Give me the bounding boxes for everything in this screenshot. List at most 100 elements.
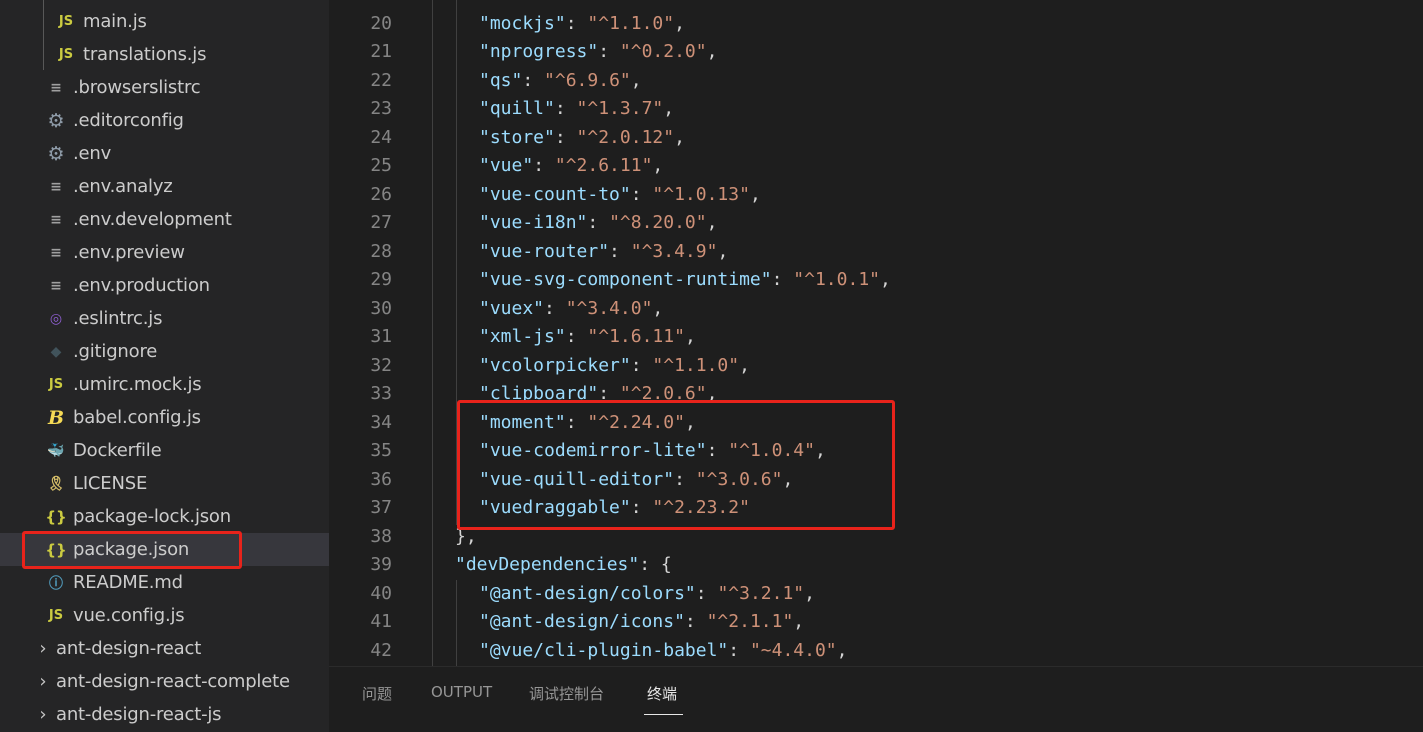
file-item[interactable]: ⚙ .env [0, 137, 329, 170]
json-key: "vcolorpicker" [479, 354, 631, 376]
file-item[interactable]: ≡ .env.preview [0, 236, 329, 269]
code-line: 23 "quill": "^1.3.7", [329, 95, 1423, 124]
json-key: "clipboard" [479, 383, 599, 405]
code-text: "vue-quill-editor": "^3.0.6", [479, 469, 793, 490]
json-value: "^1.1.0" [652, 354, 740, 376]
file-item[interactable]: {} package.json [0, 533, 329, 566]
tab-output[interactable]: OUTPUT [431, 683, 492, 701]
folder-item[interactable]: › ant-design-react-complete [0, 665, 329, 698]
file-item[interactable]: ⓘ README.md [0, 566, 329, 599]
json-value: "^2.6.11" [554, 155, 653, 177]
colon: : [522, 69, 545, 91]
file-label: main.js [83, 11, 147, 32]
punctuation: , [717, 240, 729, 262]
file-item[interactable]: {} package-lock.json [0, 500, 329, 533]
code-line: 41 "@ant-design/icons": "^2.1.1", [329, 608, 1423, 637]
js-icon: JS [48, 608, 64, 623]
code-text: "vue-svg-component-runtime": "^1.0.1", [479, 269, 891, 290]
code-text: "qs": "^6.9.6", [479, 70, 642, 91]
file-item[interactable]: 🐳 Dockerfile [0, 434, 329, 467]
line-number: 31 [370, 326, 392, 348]
license-icon: 🎗 [47, 475, 65, 492]
line-number: 27 [370, 212, 392, 234]
line-number: 36 [370, 468, 392, 490]
file-label: package.json [73, 539, 190, 560]
json-icon: {} [45, 540, 67, 559]
file-label: babel.config.js [73, 407, 201, 428]
explorer-sidebar: JS main.js JS translations.js ≡ .browserslist… [0, 0, 329, 732]
file-label: .gitignore [73, 341, 158, 362]
colon: : [674, 468, 696, 490]
code-text: "nprogress": "^0.2.0", [479, 41, 717, 62]
folder-item[interactable]: › ant-design-react-js [0, 698, 329, 731]
colon: : [684, 611, 707, 633]
file-label: .editorconfig [73, 110, 184, 131]
json-value: { [660, 554, 672, 576]
code-line: 25 "vue": "^2.6.11", [329, 152, 1423, 181]
text-lines-icon: ≡ [50, 277, 62, 294]
json-value: "^3.0.6" [695, 468, 783, 490]
colon: : [565, 12, 588, 34]
file-item[interactable]: JS vue.config.js [0, 599, 329, 632]
file-item[interactable]: JS translations.js [0, 38, 329, 71]
code-editor[interactable]: 20 "mockjs": "^1.1.0", 21 "nprogress": "^0.… [329, 0, 1423, 666]
file-item[interactable]: 🎗 LICENSE [0, 467, 329, 500]
code-line: 22 "qs": "^6.9.6", [329, 66, 1423, 95]
punctuation: , [674, 12, 685, 34]
gear-icon: ⚙ [47, 109, 65, 132]
json-key: "vue-quill-editor" [479, 468, 675, 490]
code-text: "@ant-design/icons": "^2.1.1", [479, 611, 804, 632]
js-icon: JS [58, 14, 74, 29]
line-number: 34 [370, 411, 392, 433]
json-value: "^1.6.11" [587, 326, 685, 348]
file-label: package-lock.json [73, 506, 231, 527]
file-item[interactable]: ≡ .env.analyz [0, 170, 329, 203]
json-value: "^1.0.1" [793, 269, 880, 291]
json-value: "^1.0.4" [728, 440, 815, 462]
code-line: 42 "@vue/cli-plugin-babel": "~4.4.0", [329, 636, 1423, 665]
file-item[interactable]: ◆ .gitignore [0, 335, 329, 368]
file-item[interactable]: JS main.js [0, 5, 329, 38]
git-icon: ◆ [50, 343, 62, 360]
file-item[interactable]: ≡ .browserslistrc [0, 71, 329, 104]
tab-problems[interactable]: 问题 [362, 683, 392, 704]
json-value: "^2.23.2" [652, 497, 750, 519]
file-item[interactable]: ◎ .eslintrc.js [0, 302, 329, 335]
colon: : [565, 326, 588, 348]
punctuation: , [652, 297, 664, 319]
json-value: "^0.2.0" [619, 41, 707, 63]
file-item[interactable]: Bbabel.config.js [0, 401, 329, 434]
active-tab-indicator [644, 714, 683, 715]
punctuation: , [706, 383, 718, 405]
code-text: "vue-codemirror-lite": "^1.0.4", [479, 440, 826, 461]
colon: : [728, 639, 750, 661]
code-text: "devDependencies": { [455, 554, 672, 575]
json-key: "quill" [479, 98, 555, 120]
punctuation: , [684, 326, 696, 348]
code-line: 29 "vue-svg-component-runtime": "^1.0.1", [329, 266, 1423, 295]
chevron-right-icon: › [39, 638, 47, 659]
file-item[interactable]: ≡ .env.production [0, 269, 329, 302]
code-line: 24 "store": "^2.0.12", [329, 123, 1423, 152]
tab-debug-console[interactable]: 调试控制台 [529, 683, 604, 704]
json-key: "vue-svg-component-runtime" [479, 269, 772, 291]
punctuation: , [782, 468, 794, 490]
text-lines-icon: ≡ [50, 79, 62, 96]
code-line: 26 "vue-count-to": "^1.0.13", [329, 180, 1423, 209]
folder-item[interactable]: › ant-design-react [0, 632, 329, 665]
code-text: "quill": "^1.3.7", [479, 98, 674, 119]
file-label: .umirc.mock.js [73, 374, 202, 395]
tab-terminal[interactable]: 终端 [647, 683, 677, 704]
line-number: 26 [370, 183, 392, 205]
line-number: 32 [370, 354, 392, 376]
colon: : [639, 554, 661, 576]
punctuation: , [663, 98, 675, 120]
code-text: "@ant-design/colors": "^3.2.1", [479, 583, 815, 604]
code-line: 40 "@ant-design/colors": "^3.2.1", [329, 579, 1423, 608]
file-item[interactable]: ⚙ .editorconfig [0, 104, 329, 137]
file-item[interactable]: ≡ .env.development [0, 203, 329, 236]
colon: : [630, 183, 653, 205]
file-item[interactable]: JS .umirc.mock.js [0, 368, 329, 401]
code-line: 31 "xml-js": "^1.6.11", [329, 323, 1423, 352]
code-line: 32 "vcolorpicker": "^1.1.0", [329, 351, 1423, 380]
